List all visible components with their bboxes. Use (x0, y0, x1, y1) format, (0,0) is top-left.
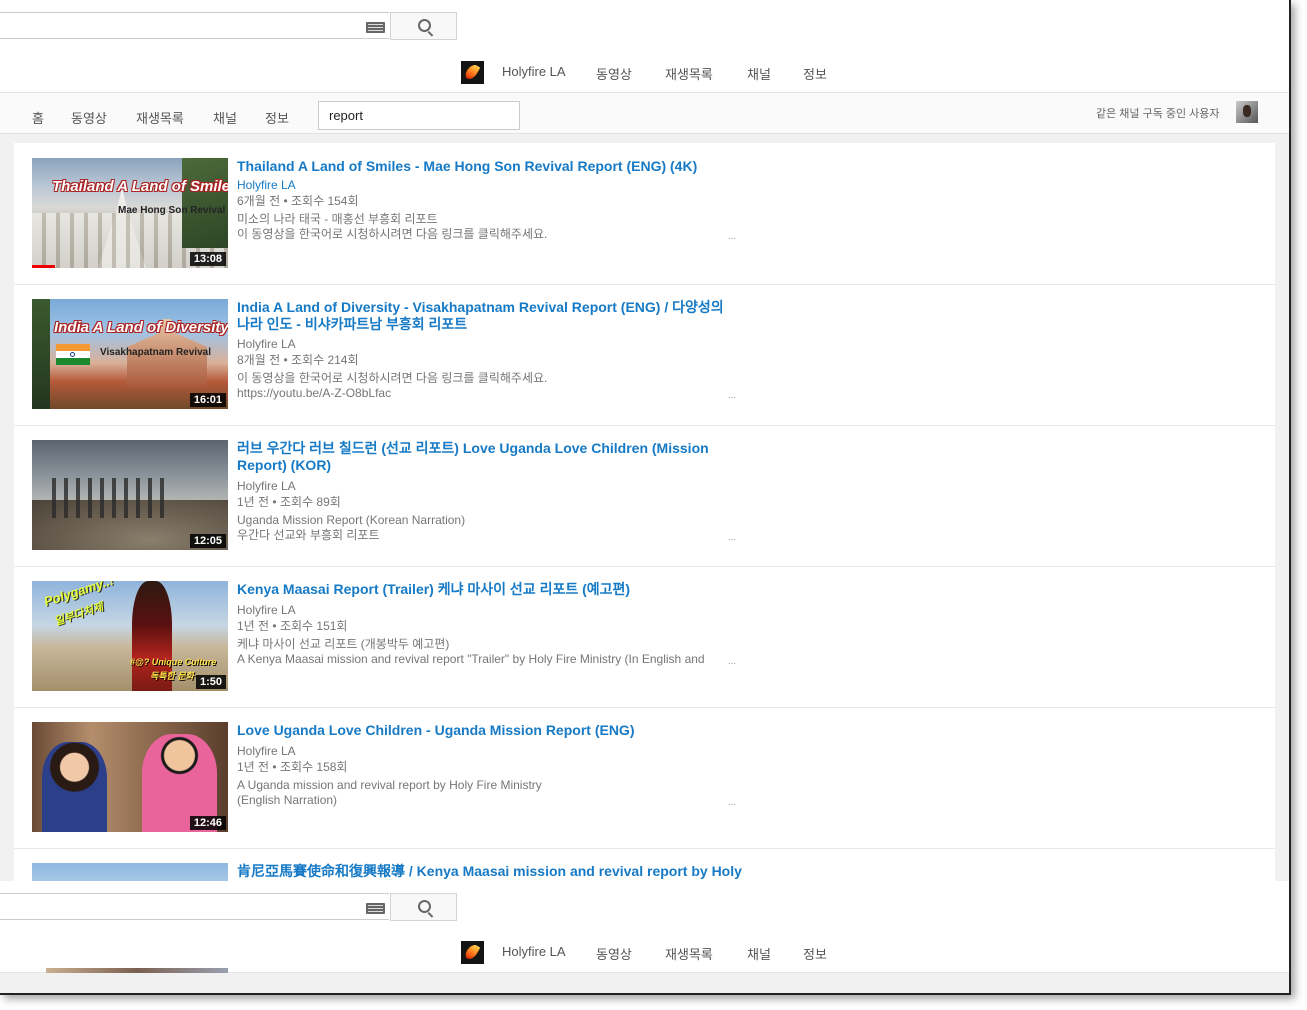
channel-search-input[interactable]: report (318, 101, 520, 130)
description-more-button[interactable]: ... (728, 390, 736, 401)
video-title-link[interactable]: India A Land of Diversity - Visakhapatna… (237, 299, 737, 333)
video-description-line: https://youtu.be/A-Z-O8bLfac (237, 386, 392, 400)
video-thumbnail[interactable]: Polygamy..! 일부다처제 #@? Unique Culture 독특한… (32, 581, 228, 691)
video-description-line: (English Narration) (237, 793, 338, 807)
video-description-line: A Uganda mission and revival report by H… (237, 778, 542, 792)
nav-playlists-link[interactable]: 재생목록 (665, 64, 713, 83)
thumbnail-caption-text: #@? Unique Culture (130, 657, 217, 667)
video-channel-link[interactable]: Holyfire LA (237, 479, 296, 494)
thumbnail-title-text: India A Land of Diversity (54, 319, 228, 336)
keyboard-icon[interactable] (366, 903, 385, 914)
video-description-line: 미소의 나라 태국 - 매홍선 부흥회 리포트 (237, 212, 438, 226)
masthead-search-button[interactable] (390, 893, 457, 921)
masthead-search-bar (0, 0, 1289, 53)
browser-window: Holyfire LA 동영상 재생목록 채널 정보 홈 동영상 재생목록 채널… (0, 0, 1291, 995)
video-meta: 1년 전 • 조회수 151회 (237, 619, 348, 633)
india-flag-icon (56, 344, 90, 365)
holyfire-logo-icon[interactable] (461, 941, 484, 964)
video-item: India A Land of Diversity Visakhapatnam … (14, 284, 1275, 426)
video-description-line: 이 동영상을 한국어로 시청하시려면 다음 링크를 클릭해주세요. (237, 227, 548, 241)
tab-videos[interactable]: 동영상 (71, 108, 107, 127)
search-icon (418, 900, 431, 913)
masthead-search-input[interactable] (0, 12, 389, 39)
avatar[interactable] (1236, 101, 1258, 123)
thumbnail-caption-text: 독특한 문화 (150, 671, 194, 681)
video-title-link[interactable]: Love Uganda Love Children - Uganda Missi… (237, 722, 737, 739)
video-duration: 13:08 (189, 252, 226, 266)
video-item: Thailand A Land of Smiles Mae Hong Son R… (14, 143, 1275, 285)
video-duration: 16:01 (189, 393, 226, 407)
video-channel-link[interactable]: Holyfire LA (237, 744, 296, 759)
nav-playlists-link[interactable]: 재생목록 (665, 944, 713, 963)
channel-name-link[interactable]: Holyfire LA (502, 944, 566, 959)
channel-header-nav: Holyfire LA 동영상 재생목록 채널 정보 (0, 52, 1289, 93)
partial-thumbnail-strip (46, 968, 228, 973)
masthead-search-button[interactable] (390, 12, 457, 40)
tab-playlists[interactable]: 재생목록 (136, 108, 184, 127)
nav-about-link[interactable]: 정보 (803, 944, 827, 963)
description-more-button[interactable]: ... (728, 656, 736, 667)
tab-about[interactable]: 정보 (265, 108, 289, 127)
video-title-link[interactable]: Thailand A Land of Smiles - Mae Hong Son… (237, 158, 737, 175)
tab-home[interactable]: 홈 (32, 108, 44, 127)
nav-videos-link[interactable]: 동영상 (596, 944, 632, 963)
description-more-button[interactable]: ... (728, 797, 736, 808)
video-item: 12:46 Love Uganda Love Children - Uganda… (14, 707, 1275, 849)
search-icon (418, 19, 431, 32)
video-item: 12:05 러브 우간다 러브 칠드런 (선교 리포트) Love Uganda… (14, 425, 1275, 567)
channel-name-link[interactable]: Holyfire LA (502, 64, 566, 79)
video-description-line: A Kenya Maasai mission and revival repor… (237, 652, 705, 666)
thumbnail-subtitle-text: Mae Hong Son Revival (118, 205, 226, 216)
video-meta: 8개월 전 • 조회수 214회 (237, 353, 359, 367)
holyfire-logo-icon[interactable] (461, 61, 484, 84)
channel-tabs: 홈 동영상 재생목록 채널 정보 report 같은 채널 구독 중인 사용자 (0, 93, 1289, 134)
nav-channels-link[interactable]: 채널 (747, 64, 771, 83)
video-title-link[interactable]: 러브 우간다 러브 칠드런 (선교 리포트) Love Uganda Love … (237, 440, 737, 474)
video-duration: 1:50 (195, 675, 226, 689)
video-thumbnail[interactable]: Thailand A Land of Smiles Mae Hong Son R… (32, 158, 228, 268)
nav-channels-link[interactable]: 채널 (747, 944, 771, 963)
video-channel-link[interactable]: Holyfire LA (237, 337, 296, 352)
video-list: Thailand A Land of Smiles Mae Hong Son R… (14, 143, 1275, 973)
video-channel-link[interactable]: Holyfire LA (237, 178, 296, 193)
masthead-search-bar-duplicate (0, 881, 1289, 934)
video-channel-link[interactable]: Holyfire LA (237, 603, 296, 618)
keyboard-icon[interactable] (366, 22, 385, 33)
video-item: Polygamy..! 일부다처제 #@? Unique Culture 독특한… (14, 566, 1275, 708)
video-description-line: 우간다 선교와 부흥회 리포트 (237, 528, 380, 542)
description-more-button[interactable]: ... (728, 231, 736, 242)
channel-header-nav-duplicate: Holyfire LA 동영상 재생목록 채널 정보 (0, 932, 1289, 973)
nav-videos-link[interactable]: 동영상 (596, 64, 632, 83)
video-duration: 12:46 (189, 816, 226, 830)
thumbnail-subtitle-text: Visakhapatnam Revival (100, 347, 211, 358)
video-meta: 1년 전 • 조회수 89회 (237, 495, 341, 509)
nav-about-link[interactable]: 정보 (803, 64, 827, 83)
tab-channels[interactable]: 채널 (213, 108, 237, 127)
video-description-line: 이 동영상을 한국어로 시청하시려면 다음 링크를 클릭해주세요. (237, 371, 548, 385)
video-thumbnail[interactable]: 12:05 (32, 440, 228, 550)
video-thumbnail[interactable]: 12:46 (32, 722, 228, 832)
masthead-search-input[interactable] (0, 893, 389, 920)
video-title-link[interactable]: Kenya Maasai Report (Trailer) 케냐 마사이 선교 … (237, 581, 737, 598)
video-description-line: 케냐 마사이 선교 리포트 (개봉박두 예고편) (237, 637, 450, 651)
video-meta: 6개월 전 • 조회수 154회 (237, 194, 359, 208)
thumbnail-title-text: Thailand A Land of Smiles (52, 178, 228, 195)
video-description-line: Uganda Mission Report (Korean Narration) (237, 513, 466, 527)
video-title-link[interactable]: 肯尼亞馬賽使命和復興報導 / Kenya Maasai mission and … (237, 863, 757, 880)
video-meta: 1년 전 • 조회수 158회 (237, 760, 348, 774)
watch-progress-bar (32, 265, 55, 268)
subscribers-label: 같은 채널 구독 중인 사용자 (1096, 108, 1220, 120)
video-thumbnail[interactable]: India A Land of Diversity Visakhapatnam … (32, 299, 228, 409)
video-duration: 12:05 (189, 534, 226, 548)
description-more-button[interactable]: ... (728, 532, 736, 543)
